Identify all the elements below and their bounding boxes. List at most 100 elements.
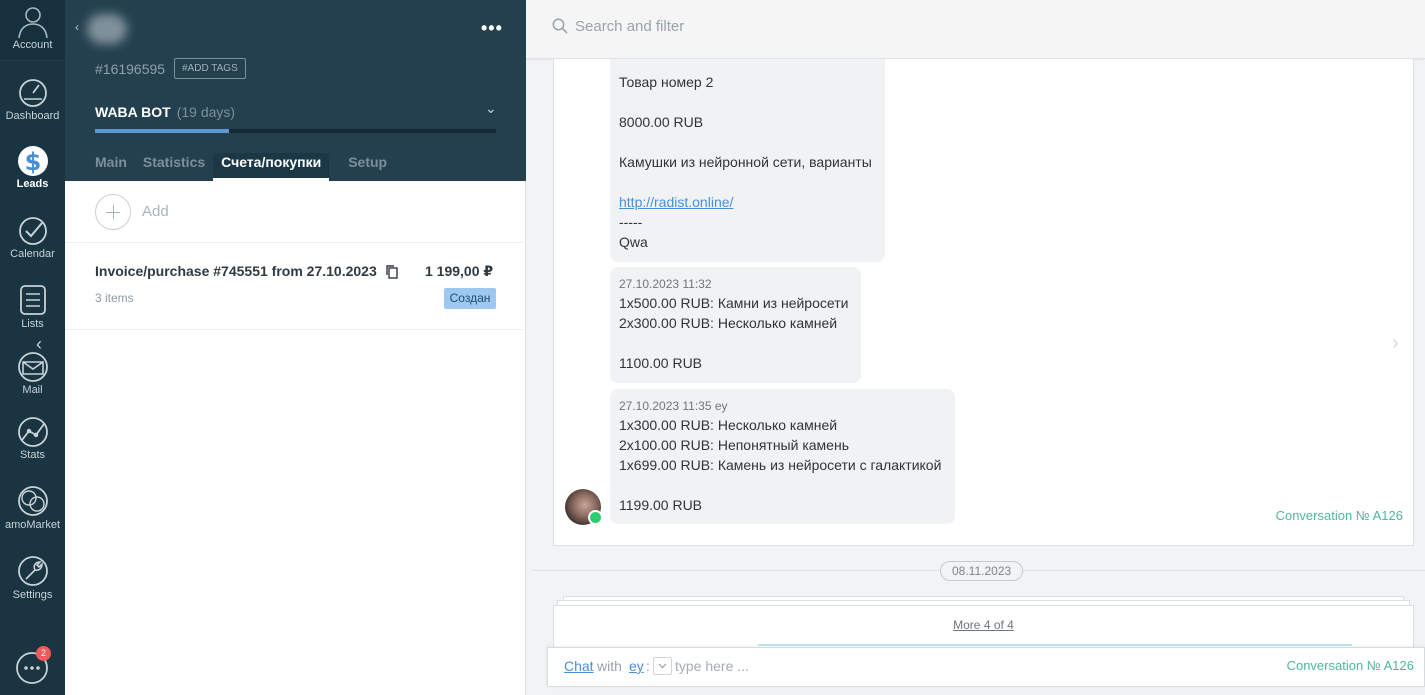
pipeline-progress-fill	[95, 129, 230, 133]
nav-label-amomarket: amoMarket	[4, 519, 61, 531]
nav-label-lists: Lists	[21, 318, 44, 330]
tab-setup[interactable]: Setup	[348, 153, 387, 181]
add-tags-button[interactable]: #ADD TAGS	[174, 58, 246, 79]
composer-colon: :	[646, 658, 650, 674]
message-timestamp: 27.10.2023 11:32	[619, 277, 712, 291]
message-line: 1100.00 RUB	[619, 355, 703, 371]
pipeline-days: (19 days)	[176, 104, 236, 120]
message-line: -----	[619, 214, 643, 230]
composer-conversation-number[interactable]: Conversation № A126	[1287, 658, 1414, 673]
chevron-down-icon	[658, 663, 667, 669]
search-bar[interactable]: Search and filter	[526, 0, 1425, 59]
message-link[interactable]: http://radist.online/	[619, 194, 733, 210]
svg-text:$: $	[24, 148, 41, 176]
message-bubble: 27.10.2023 11:35 ey 1x300.00 RUB: Нескол…	[610, 389, 955, 524]
composer-mode-chat[interactable]: Chat	[564, 658, 594, 674]
divider	[65, 329, 526, 330]
nav-item-mail[interactable]: Mail	[0, 351, 65, 396]
nav-label-settings: Settings	[12, 589, 53, 601]
pipeline-progress-bar	[95, 129, 496, 133]
nav-item-dashboard[interactable]: Dashboard	[0, 77, 65, 122]
composer-recipient[interactable]: ey	[629, 658, 644, 674]
message-line: 8000.00 RUB	[619, 114, 704, 130]
message-line: Qwa	[619, 234, 648, 250]
message-input[interactable]: type here ...	[675, 658, 749, 674]
lead-id: #16196595	[95, 61, 166, 77]
settings-icon	[17, 556, 48, 586]
nav-label-mail: Mail	[22, 384, 43, 396]
dashboard-icon	[18, 79, 47, 107]
plus-icon	[95, 193, 131, 230]
lead-name-blurred	[87, 14, 127, 44]
invoice-items-count: 3 items	[95, 291, 134, 305]
nav-label-account: Account	[12, 39, 53, 51]
nav-item-leads[interactable]: $ Leads	[0, 143, 65, 190]
message-line: 1x699.00 RUB: Камень из нейросети с гала…	[619, 457, 942, 473]
message-line	[619, 333, 852, 353]
leads-dollar-icon: $	[17, 146, 48, 176]
tab-statistics[interactable]: Statistics	[143, 153, 205, 181]
nav-label-stats: Stats	[19, 449, 46, 461]
message-bubble: 27.10.2023 11:32 1x500.00 RUB: Камни из …	[610, 267, 861, 383]
tab-main[interactable]: Main	[95, 153, 127, 181]
mail-icon	[17, 352, 48, 382]
date-separator: 08.11.2023	[940, 561, 1024, 581]
lead-tabs: Main Statistics Счета/покупки Setup	[95, 153, 403, 181]
invoice-status-badge: Создан	[444, 288, 496, 309]
nav-label-leads: Leads	[16, 178, 49, 190]
nav-label-dashboard: Dashboard	[5, 110, 60, 122]
invoice-sum: 1 199,00 ₽	[425, 263, 494, 279]
divider	[65, 242, 526, 243]
search-icon	[552, 18, 568, 34]
message-timestamp: 27.10.2023 11:35 ey	[619, 399, 728, 413]
message-line: 1x500.00 RUB: Камни из нейросети	[619, 295, 849, 311]
recipient-dropdown[interactable]	[653, 657, 672, 675]
message-line	[619, 475, 946, 495]
left-nav: Account Dashboard $ Leads Calendar Lists…	[0, 0, 65, 695]
message-line: 2x300.00 RUB: Несколько камней	[619, 315, 838, 331]
nav-item-lists[interactable]: Lists	[0, 283, 65, 330]
nav-item-settings[interactable]: Settings	[0, 554, 65, 601]
lead-card-header: ‹ ••• #16196595 #ADD TAGS WABA BOT (19 da…	[65, 0, 526, 181]
more-options-icon[interactable]: •••	[481, 18, 503, 39]
nav-label-calendar: Calendar	[10, 248, 55, 260]
chevron-down-icon[interactable]: ⌄	[485, 100, 497, 117]
invoice-title-link[interactable]: Invoice/purchase #745551 from 27.10.2023	[95, 263, 377, 279]
add-invoice-button[interactable]: Add	[95, 193, 169, 230]
pipeline-selector[interactable]: WABA BOT (19 days)	[95, 104, 235, 120]
conversation-block: Товар номер 2 8000.00 RUB Камушки из ней…	[553, 59, 1414, 546]
tab-invoices[interactable]: Счета/покупки	[213, 153, 330, 181]
lists-icon	[19, 285, 46, 315]
message-bubble: Товар номер 2 8000.00 RUB Камушки из ней…	[610, 59, 885, 262]
more-link[interactable]: More 4 of 4	[554, 618, 1413, 632]
accent-line	[758, 644, 1352, 646]
whatsapp-icon	[588, 510, 603, 525]
chat-feed: Search and filter Товар номер 2 8000.00 …	[526, 0, 1425, 695]
amomarket-icon	[17, 486, 48, 516]
back-arrow-icon[interactable]: ‹	[75, 20, 79, 34]
lead-card-body: Add Invoice/purchase #745551 from 27.10.…	[65, 181, 526, 695]
message-line: 1x300.00 RUB: Несколько камней	[619, 417, 838, 433]
message-line: Товар номер 2	[619, 74, 714, 90]
add-label: Add	[142, 203, 169, 220]
nav-item-account[interactable]: Account	[0, 2, 65, 51]
message-line: 1199.00 RUB	[619, 497, 703, 513]
search-input[interactable]: Search and filter	[575, 18, 684, 35]
copy-icon[interactable]	[385, 264, 399, 280]
account-icon	[17, 7, 48, 39]
message-composer: Chat with ey : type here ... Conversatio…	[547, 647, 1425, 687]
message-line	[619, 92, 876, 112]
pipeline-name: WABA BOT	[95, 104, 171, 120]
nav-item-stats[interactable]: Stats	[0, 416, 65, 461]
composer-with-label: with	[597, 658, 622, 674]
message-line	[619, 172, 876, 192]
message-line: 2x100.00 RUB: Непонятный камень	[619, 437, 849, 453]
message-line	[619, 132, 876, 152]
nav-item-amomarket[interactable]: amoMarket	[0, 484, 65, 531]
stats-icon	[17, 417, 48, 447]
conversation-number-link[interactable]: Conversation № A126	[1276, 508, 1403, 523]
nav-item-calendar[interactable]: Calendar	[0, 215, 65, 260]
message-line: Камушки из нейронной сети, варианты	[619, 154, 872, 170]
calendar-check-icon	[18, 217, 47, 245]
chevron-right-icon[interactable]: ›	[1392, 332, 1399, 355]
